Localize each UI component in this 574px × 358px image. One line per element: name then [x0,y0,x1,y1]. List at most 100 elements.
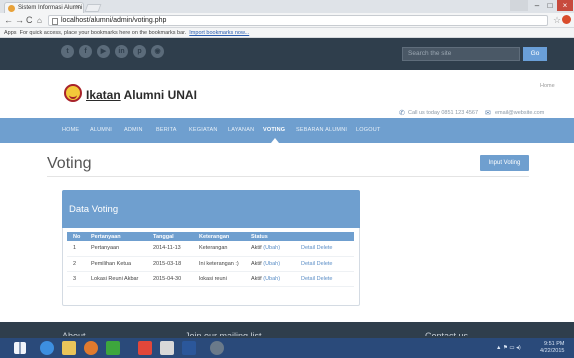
phone-text: Call us today 0851 123 4567 [408,110,479,116]
start-icon[interactable] [14,342,26,354]
cell-pertanyaan: Pertanyaan [85,241,147,257]
cell-tanggal: 2015-04-30 [147,271,193,287]
clock-time: 9:51 PM [543,341,565,347]
tray-icons[interactable]: ▲ ⚑ ▭ ◂) [496,345,521,352]
ubah-link[interactable]: (Ubah) [263,261,280,267]
col-no: No [67,232,85,241]
tab-close-icon[interactable]: × [76,3,80,13]
nav-sebaran-alumni[interactable]: SEBARAN ALUMNI [296,126,347,135]
nav-berita[interactable]: BERITA [156,126,177,135]
cell-no: 2 [67,256,85,272]
minimize-button[interactable]: – [531,0,543,11]
cell-actions: Detail Delete [295,271,354,287]
delete-link[interactable]: Delete [317,261,333,267]
col-status: Status [245,232,295,241]
app-icon[interactable] [106,341,120,355]
detail-link[interactable]: Detail [301,261,315,267]
bookmark-star-icon[interactable]: ☆ [553,15,561,26]
browser-tab[interactable]: Sistem Informasi Alumni × [4,2,84,13]
pinterest-icon[interactable]: p [133,45,146,58]
table-row: 1 Pertanyaan 2014-11-13 Keterangan Aktif… [67,241,354,257]
nav-home[interactable]: HOME [62,126,79,135]
phone-icon: ✆ [399,110,405,117]
back-icon[interactable]: ← [4,14,13,27]
delete-link[interactable]: Delete [317,276,333,282]
reload-icon[interactable]: C [26,14,33,27]
ubah-link[interactable]: (Ubah) [263,276,280,282]
taskbar-clock[interactable]: 9:51 PM 4/22/2015 [540,341,564,355]
app3-icon[interactable] [160,341,174,355]
nav-kegiatan[interactable]: KEGIATAN [189,126,218,135]
cell-actions: Detail Delete [295,241,354,257]
col-tanggal: Tanggal [147,232,193,241]
user-profile-button[interactable] [510,0,528,11]
media-icon[interactable] [84,341,98,355]
page-title: Voting [47,155,92,172]
status-text: Aktif [251,245,262,252]
nav-voting[interactable]: VOTING [263,126,285,135]
title-divider [47,176,529,177]
ubah-link[interactable]: (Ubah) [263,245,280,251]
breadcrumb-home[interactable]: Home [540,83,555,89]
page-icon [52,18,58,25]
main-nav [0,118,574,143]
cell-keterangan: lokasi reuni [193,271,245,287]
table-row: 2 Pemilihan Ketua 2015-03-18 Ini keteran… [67,256,354,272]
search-go-button[interactable]: Go [523,47,547,61]
address-bar[interactable]: localhost/alumni/admin/voting.php [48,15,548,26]
cell-pertanyaan: Lokasi Reuni Akbar [85,271,147,287]
cell-pertanyaan: Pemilihan Ketua [85,256,147,272]
explorer-icon[interactable] [62,341,76,355]
twitter-icon[interactable]: t [61,45,74,58]
detail-link[interactable]: Detail [301,245,315,251]
voting-table: No Pertanyaan Tanggal Keterangan Status … [67,232,354,287]
logo-icon[interactable] [64,84,82,102]
rss-icon[interactable]: ◉ [151,45,164,58]
cell-actions: Detail Delete [295,256,354,272]
status-text: Aktif [251,275,262,282]
active-nav-indicator [271,138,279,143]
clock-date: 4/22/2015 [540,348,565,354]
email-text[interactable]: email@website.com [495,110,544,116]
app2-icon[interactable] [138,341,152,355]
extension-icon[interactable] [562,15,571,24]
apps-shortcut[interactable]: Apps [4,30,17,36]
brand-rest: Alumni UNAI [120,88,197,102]
word-icon[interactable] [182,341,196,355]
panel-title: Data Voting [69,204,119,215]
nav-admin[interactable]: ADMIN [124,126,143,135]
brand-underlined: Ikatan [86,88,121,102]
mail-icon: ✉ [485,110,491,117]
col-pertanyaan: Pertanyaan [85,232,147,241]
linkedin-icon[interactable]: in [115,45,128,58]
col-keterangan: Keterangan [193,232,245,241]
bookmarks-bar: Apps For quick access, place your bookma… [0,28,574,38]
status-text: Aktif [251,260,262,267]
import-bookmarks-link[interactable]: Import bookmarks now... [189,30,249,36]
nav-alumni[interactable]: ALUMNI [90,126,112,135]
site-footer [0,322,574,336]
facebook-icon[interactable]: f [79,45,92,58]
search-input[interactable]: Search the site [402,47,520,61]
cell-tanggal: 2015-03-18 [147,256,193,272]
table-row: 3 Lokasi Reuni Akbar 2015-04-30 lokasi r… [67,271,354,287]
new-tab-button[interactable] [84,4,102,12]
nav-logout[interactable]: LOGOUT [356,126,380,135]
nav-layanan[interactable]: LAYANAN [228,126,254,135]
maximize-button[interactable]: □ [544,0,556,11]
ie-icon[interactable] [40,341,54,355]
chrome-icon[interactable] [210,341,224,355]
site-brand[interactable]: Ikatan Alumni UNAI [86,88,197,102]
cell-status: Aktif (Ubah) [245,271,295,287]
table-header-row: No Pertanyaan Tanggal Keterangan Status [67,232,354,241]
close-window-button[interactable]: × [557,0,573,11]
bookmarks-hint: For quick access, place your bookmarks h… [19,30,187,36]
input-voting-button[interactable]: Input Voting [480,155,529,171]
forward-icon[interactable]: → [15,14,24,27]
detail-link[interactable]: Detail [301,276,315,282]
delete-link[interactable]: Delete [317,245,333,251]
youtube-icon[interactable]: ▶ [97,45,110,58]
favicon-icon [8,5,15,12]
cell-tanggal: 2014-11-13 [147,241,193,257]
home-icon[interactable]: ⌂ [37,14,42,27]
